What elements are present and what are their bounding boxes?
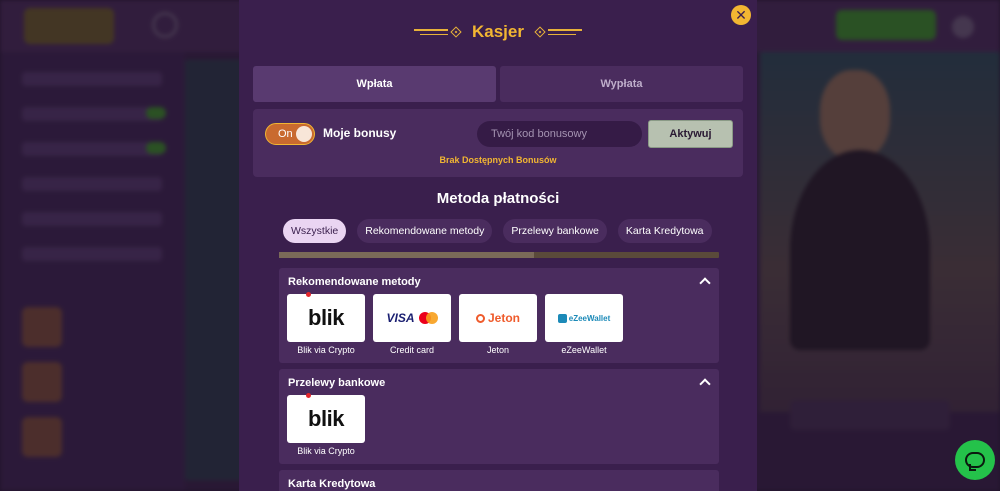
close-button[interactable]: ✕	[731, 5, 751, 25]
ezee-icon	[557, 313, 567, 323]
method-credit-card[interactable]: VISA Credit card	[373, 294, 451, 355]
close-icon: ✕	[735, 7, 747, 23]
chips-scrollbar[interactable]	[279, 252, 719, 258]
method-label: Jeton	[486, 345, 510, 355]
tab-deposit[interactable]: Wpłata	[253, 66, 496, 102]
chip-all[interactable]: Wszystkie	[283, 219, 347, 243]
method-ezeewallet[interactable]: eZeeWallet eZeeWallet	[545, 294, 623, 355]
chips-scrollbar-thumb[interactable]	[279, 252, 534, 258]
payment-filter-chips: Wszystkie Rekomendowane metody Przelewy …	[283, 219, 719, 243]
group-title: Karta Kredytowa	[288, 478, 376, 490]
chip-recommended[interactable]: Rekomendowane metody	[357, 219, 493, 243]
ezeewallet-logo: eZeeWallet	[545, 294, 623, 342]
method-list: blik Blik via Crypto VISA Credit card Je…	[287, 292, 623, 355]
bonus-toggle[interactable]: On	[265, 123, 315, 145]
group-title: Rekomendowane metody	[288, 276, 421, 288]
activate-button[interactable]: Aktywuj	[648, 120, 733, 148]
method-blik[interactable]: blik Blik via Crypto	[287, 393, 365, 456]
visa-mastercard-logo: VISA	[373, 294, 451, 342]
blik-logo: blik	[287, 292, 365, 342]
blik-logo: blik	[287, 393, 365, 443]
bonus-code-input[interactable]	[477, 121, 642, 147]
method-label: Blik via Crypto	[297, 345, 355, 355]
method-blik[interactable]: blik Blik via Crypto	[287, 292, 365, 355]
method-list: blik Blik via Crypto	[287, 393, 365, 456]
method-label: Blik via Crypto	[297, 446, 355, 456]
modal-title: Kasjer	[472, 22, 524, 41]
cashier-modal: Kasjer ✕ Wpłata Wypłata On Moje bonusy A…	[239, 0, 757, 491]
method-label: Credit card	[389, 345, 434, 355]
group-bank-transfers: Przelewy bankowe blik Blik via Crypto	[279, 369, 719, 464]
bonus-toggle-state: On	[278, 128, 293, 140]
bonus-panel: On Moje bonusy Aktywuj Brak Dostępnych B…	[253, 109, 743, 177]
cashier-tabs: Wpłata Wypłata	[253, 66, 743, 102]
group-title: Przelewy bankowe	[288, 377, 386, 389]
chip-credit-card[interactable]: Karta Kredytowa	[617, 219, 712, 243]
method-jeton[interactable]: Jeton Jeton	[459, 294, 537, 355]
jeton-icon	[475, 313, 485, 323]
mastercard-icon	[418, 312, 438, 324]
tab-withdraw[interactable]: Wypłata	[500, 66, 743, 102]
jeton-logo: Jeton	[459, 294, 537, 342]
method-label: eZeeWallet	[561, 345, 607, 355]
chevron-up-icon[interactable]	[699, 378, 711, 390]
chat-bubble-icon	[965, 452, 985, 471]
no-bonus-message: Brak Dostępnych Bonusów	[439, 155, 557, 165]
payment-method-title: Metoda płatności	[436, 190, 560, 207]
chevron-up-icon[interactable]	[699, 277, 711, 289]
modal-header: Kasjer	[239, 16, 757, 48]
toggle-knob	[296, 126, 312, 142]
bonus-label: Moje bonusy	[323, 126, 397, 140]
live-chat-button[interactable]	[955, 440, 995, 480]
chip-bank-transfers[interactable]: Przelewy bankowe	[503, 219, 607, 243]
group-recommended: Rekomendowane metody blik Blik via Crypt…	[279, 268, 719, 363]
group-credit-card: Karta Kredytowa	[279, 470, 719, 491]
title-ornament-left	[414, 26, 462, 38]
title-ornament-right	[534, 26, 582, 38]
